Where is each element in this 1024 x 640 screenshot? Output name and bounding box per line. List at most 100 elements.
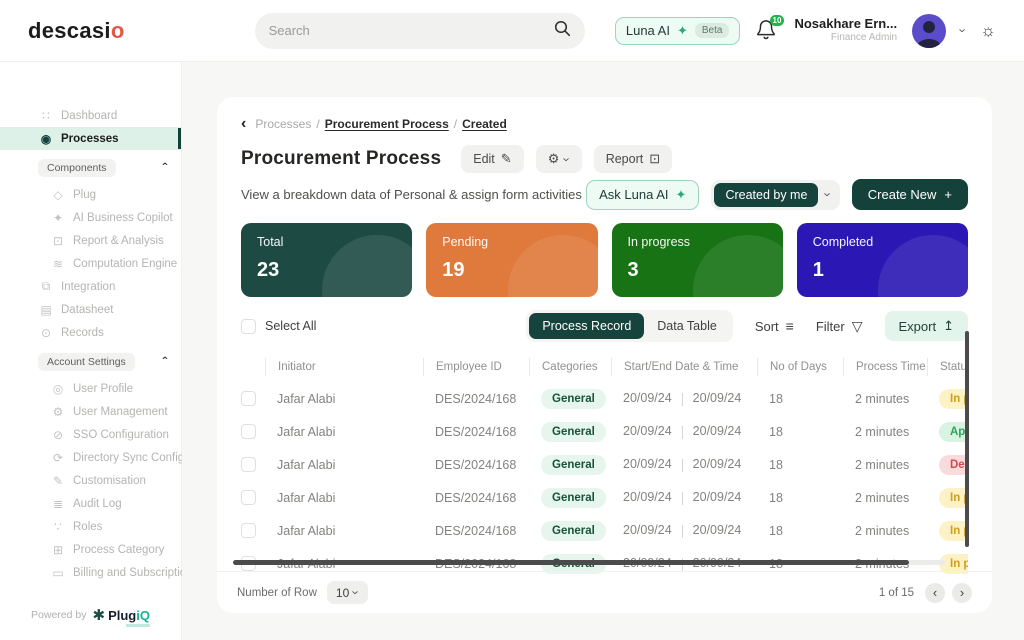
sort-button[interactable]: Sort ≡ bbox=[755, 318, 794, 334]
search-bar bbox=[255, 13, 585, 49]
row-checkbox[interactable] bbox=[241, 523, 256, 538]
sidebar-item-audit-log[interactable]: ≣ Audit Log bbox=[0, 492, 181, 515]
plugiq-mark-icon: ✱ bbox=[92, 606, 105, 624]
export-button[interactable]: Export ↥ bbox=[885, 311, 968, 341]
cell-status: Declined bbox=[927, 455, 968, 475]
sidebar-item-user-profile[interactable]: ◎ User Profile bbox=[0, 377, 181, 400]
sidebar-item-integration[interactable]: ⧉ Integration bbox=[0, 275, 181, 298]
table-row[interactable]: Jafar Alabi DES/2024/168 General 20/09/2… bbox=[241, 448, 968, 481]
row-checkbox[interactable] bbox=[241, 457, 256, 472]
status-badge: In progress bbox=[939, 389, 968, 409]
sidebar-item-processes[interactable]: ◉ Processes bbox=[0, 127, 181, 150]
view-toggle-button-data-table[interactable]: Data Table bbox=[644, 313, 730, 339]
view-toggle-label: Process Record bbox=[542, 319, 631, 333]
sidebar-item-label: Datasheet bbox=[61, 304, 113, 316]
sidebar-item-sso-configuration[interactable]: ⊘ SSO Configuration bbox=[0, 423, 181, 446]
status-badge: In progress bbox=[939, 488, 968, 508]
breadcrumb-current[interactable]: Created bbox=[462, 117, 507, 131]
sidebar-item-records[interactable]: ⊙ Records bbox=[0, 321, 181, 344]
created-by-dropdown[interactable]: Created by me › bbox=[711, 180, 839, 210]
page-title: Procurement Process bbox=[241, 148, 441, 170]
col-employee-id: Employee ID bbox=[423, 358, 529, 376]
sidebar-item-roles[interactable]: ∵ Roles bbox=[0, 515, 181, 538]
view-toggle-button-process-record[interactable]: Process Record bbox=[529, 313, 644, 339]
chevron-down-icon: › bbox=[821, 192, 836, 196]
table-row[interactable]: Jafar Alabi DES/2024/168 General 20/09/2… bbox=[241, 415, 968, 448]
notifications-button[interactable]: 10 bbox=[755, 19, 779, 43]
sidebar-item-icon: ▭ bbox=[50, 566, 66, 580]
brand-logo-text: descasi bbox=[28, 18, 111, 43]
sidebar-item-customisation[interactable]: ✎ Customisation bbox=[0, 469, 181, 492]
report-button[interactable]: Report ⊡ bbox=[594, 145, 672, 173]
status-badge: In progress bbox=[939, 521, 968, 541]
sidebar-item-dashboard[interactable]: ∷ Dashboard bbox=[0, 104, 181, 127]
horizontal-scrollbar-track[interactable] bbox=[233, 560, 945, 565]
sidebar-item-icon: ✦ bbox=[50, 211, 66, 225]
table-row[interactable]: Jafar Alabi DES/2024/168 General 20/09/2… bbox=[241, 481, 968, 514]
sidebar-item-label: Billing and Subscription bbox=[73, 567, 193, 579]
stat-card-completed: Completed 1 bbox=[797, 223, 968, 297]
table-body: Jafar Alabi DES/2024/168 General 20/09/2… bbox=[241, 382, 968, 580]
sidebar-item-icon: ◇ bbox=[50, 188, 66, 202]
breadcrumb-parent[interactable]: Procurement Process bbox=[325, 117, 449, 131]
date-divider bbox=[682, 426, 683, 439]
sidebar-item-user-management[interactable]: ⚙ User Management bbox=[0, 400, 181, 423]
row-checkbox[interactable] bbox=[241, 424, 256, 439]
start-date: 20/09/24 bbox=[623, 424, 672, 438]
sidebar-item-components[interactable]: Components ˆ bbox=[0, 156, 181, 179]
select-all-checkbox[interactable] bbox=[241, 319, 256, 334]
sidebar-item-plug[interactable]: ◇ Plug bbox=[0, 183, 181, 206]
content-card: ‹ Processes / Procurement Process / Crea… bbox=[217, 97, 992, 613]
ask-luna-ai-button[interactable]: Ask Luna AI ✦ bbox=[586, 180, 699, 210]
view-toggle-label: Data Table bbox=[657, 319, 717, 333]
cell-employee-id: DES/2024/168 bbox=[423, 392, 529, 406]
sidebar-item-label: Processes bbox=[61, 133, 119, 145]
cell-process-time: 2 minutes bbox=[843, 524, 927, 538]
stat-value: 19 bbox=[442, 259, 581, 282]
rows-per-page-dropdown[interactable]: 10 › bbox=[327, 581, 368, 604]
next-page-button[interactable]: › bbox=[952, 583, 972, 603]
cell-days: 18 bbox=[757, 491, 843, 505]
user-menu-chevron-icon[interactable]: › bbox=[956, 28, 971, 32]
cell-days: 18 bbox=[757, 392, 843, 406]
start-date: 20/09/24 bbox=[623, 490, 672, 504]
filter-button[interactable]: Filter ▽ bbox=[816, 318, 863, 335]
cell-category: General bbox=[529, 521, 611, 541]
sidebar-item-account-settings[interactable]: Account Settings ˆ bbox=[0, 350, 181, 373]
table-row[interactable]: Jafar Alabi DES/2024/168 General 20/09/2… bbox=[241, 382, 968, 415]
edit-button[interactable]: Edit ✎ bbox=[461, 145, 523, 173]
back-chevron-icon[interactable]: ‹ bbox=[241, 115, 246, 133]
sidebar-item-label: Dashboard bbox=[61, 110, 117, 122]
create-new-button[interactable]: Create New + bbox=[852, 179, 968, 210]
search-input[interactable] bbox=[269, 23, 554, 38]
avatar[interactable] bbox=[912, 14, 946, 48]
sidebar-item-label: Integration bbox=[61, 281, 115, 293]
luna-ai-button[interactable]: Luna AI ✦ Beta bbox=[615, 17, 741, 45]
section-collapse-icon[interactable]: ˆ bbox=[162, 165, 167, 171]
table-row[interactable]: Jafar Alabi DES/2024/168 General 20/09/2… bbox=[241, 514, 968, 547]
edit-pencil-icon: ✎ bbox=[501, 151, 512, 167]
sidebar-item-datasheet[interactable]: ▤ Datasheet bbox=[0, 298, 181, 321]
sidebar-item-directory-sync-config[interactable]: ⟳ Directory Sync Config. bbox=[0, 446, 181, 469]
cell-category: General bbox=[529, 422, 611, 442]
horizontal-scrollbar-thumb[interactable] bbox=[233, 560, 909, 565]
row-checkbox[interactable] bbox=[241, 490, 256, 505]
breadcrumb-root[interactable]: Processes bbox=[255, 117, 311, 131]
stat-label: Total bbox=[257, 235, 396, 249]
prev-page-button[interactable]: ‹ bbox=[925, 583, 945, 603]
col-categories: Categories bbox=[529, 358, 611, 376]
theme-toggle-icon[interactable]: ☼ bbox=[980, 21, 996, 41]
section-collapse-icon[interactable]: ˆ bbox=[162, 359, 167, 365]
sidebar-item-billing-and-subscription[interactable]: ▭ Billing and Subscription bbox=[0, 561, 181, 584]
sidebar-item-process-category[interactable]: ⊞ Process Category bbox=[0, 538, 181, 561]
search-icon[interactable] bbox=[554, 20, 571, 42]
row-checkbox[interactable] bbox=[241, 391, 256, 406]
sidebar-item-ai-business-copilot[interactable]: ✦ AI Business Copilot bbox=[0, 206, 181, 229]
table-header-row: Initiator Employee ID Categories Start/E… bbox=[241, 352, 968, 382]
sidebar-item-report-analysis[interactable]: ⊡ Report & Analysis bbox=[0, 229, 181, 252]
sidebar-item-icon: ⧉ bbox=[38, 279, 54, 294]
settings-dropdown-button[interactable]: ⚙ › bbox=[536, 145, 582, 173]
vertical-scrollbar[interactable] bbox=[965, 331, 969, 547]
stats-row: Total 23 Pending 19 In progress 3 Comple… bbox=[241, 223, 968, 297]
sidebar-item-computation-engine[interactable]: ≋ Computation Engine bbox=[0, 252, 181, 275]
